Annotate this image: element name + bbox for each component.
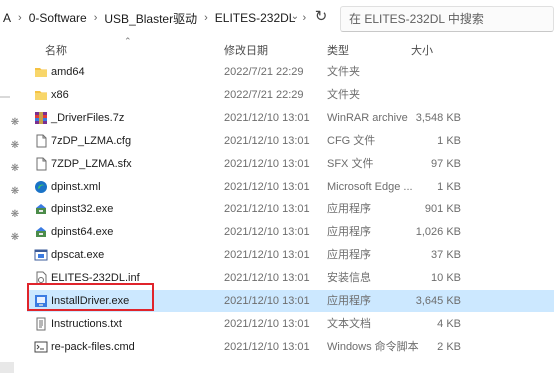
- file-size: 97 KB: [431, 157, 461, 170]
- file-type: 文件夹: [327, 66, 360, 78]
- column-header-size[interactable]: 大小: [411, 42, 433, 58]
- pin-icon[interactable]: ❋: [10, 140, 20, 152]
- file-size: 901 KB: [424, 203, 461, 216]
- file-row[interactable]: dpinst64.exe 2021/12/10 13:01 应用程序 1,026 KB: [27, 221, 554, 243]
- file-date: 2021/12/10 13:01: [224, 340, 310, 353]
- file-date: 2021/12/10 13:01: [224, 317, 310, 330]
- file-icon: [34, 134, 48, 148]
- sort-ascending-icon: ⌃: [124, 36, 132, 46]
- pin-icon[interactable]: ❋: [10, 232, 20, 244]
- file-size: 4 KB: [437, 317, 461, 330]
- file-name: _DriverFiles.7z: [51, 111, 125, 124]
- breadcrumb-item-root[interactable]: A: [0, 11, 14, 25]
- file-size: 3,645 KB: [415, 295, 461, 307]
- file-name: dpinst64.exe: [51, 226, 114, 239]
- file-list: ⌃ 名称 修改日期 类型 大小 amd64 2022/7/21 22:29 文件夹 x…: [27, 36, 554, 373]
- installer-icon: [34, 202, 48, 216]
- file-date: 2021/12/10 13:01: [224, 226, 310, 239]
- app-icon: [34, 248, 48, 262]
- file-type: SFX 文件: [327, 157, 374, 170]
- file-row[interactable]: dpscat.exe 2021/12/10 13:01 应用程序 37 KB: [27, 244, 554, 266]
- file-size: 2 KB: [437, 340, 461, 353]
- file-name: x86: [51, 88, 69, 101]
- file-date: 2021/12/10 13:01: [224, 203, 310, 216]
- installer-icon: [34, 225, 48, 239]
- navigation-pane-item[interactable]: [0, 362, 14, 373]
- refresh-icon[interactable]: ↻: [311, 7, 331, 27]
- file-row[interactable]: _DriverFiles.7z 2021/12/10 13:01 WinRAR ar…: [27, 107, 554, 129]
- breadcrumb-separator-icon[interactable]: ›: [90, 12, 102, 24]
- address-history-chevron-down-icon[interactable]: ⌄: [288, 10, 302, 24]
- breadcrumb-separator-icon[interactable]: ›: [14, 12, 26, 24]
- file-type: 文本文档: [327, 317, 371, 330]
- file-date: 2021/12/10 13:01: [224, 180, 310, 193]
- file-name: dpinst.xml: [51, 180, 101, 193]
- file-name: 7ZDP_LZMA.sfx: [51, 157, 132, 170]
- file-type: 应用程序: [327, 249, 371, 262]
- file-type: 安装信息: [327, 272, 371, 285]
- pin-icon[interactable]: ❋: [10, 209, 20, 221]
- edge-icon: [34, 180, 48, 194]
- column-header-type[interactable]: 类型: [327, 42, 349, 58]
- file-date: 2021/12/10 13:01: [224, 249, 310, 262]
- address-bar: A › 0-Software › USB_Blaster驱动 › ELITES-…: [0, 0, 554, 36]
- file-type: 应用程序: [327, 226, 371, 239]
- file-date: 2021/12/10 13:01: [224, 111, 310, 124]
- file-size: 3,548 KB: [415, 111, 461, 124]
- file-row[interactable]: dpinst.xml 2021/12/10 13:01 Microsoft Edge…: [27, 176, 554, 198]
- file-date: 2021/12/10 13:01: [224, 157, 310, 170]
- file-type: 应用程序: [327, 295, 371, 307]
- column-header-date[interactable]: 修改日期: [224, 42, 268, 58]
- file-row[interactable]: re-pack-files.cmd 2021/12/10 13:01 Windows…: [27, 336, 554, 358]
- file-size: 1 KB: [437, 134, 461, 147]
- column-header-row: ⌃ 名称 修改日期 类型 大小: [27, 36, 554, 60]
- file-date: 2022/7/21 22:29: [224, 66, 304, 78]
- file-name: re-pack-files.cmd: [51, 340, 135, 353]
- file-row[interactable]: dpinst32.exe 2021/12/10 13:01 应用程序 901 KB: [27, 198, 554, 220]
- file-icon: [34, 157, 48, 171]
- file-size: 37 KB: [431, 249, 461, 262]
- file-row[interactable]: amd64 2022/7/21 22:29 文件夹: [27, 61, 554, 83]
- file-name: dpinst32.exe: [51, 203, 114, 216]
- file-type: 应用程序: [327, 203, 371, 216]
- folder-icon: [34, 65, 48, 79]
- file-type: 文件夹: [327, 88, 360, 101]
- file-type: CFG 文件: [327, 134, 376, 147]
- file-date: 2021/12/10 13:01: [224, 134, 310, 147]
- file-name: amd64: [51, 66, 85, 78]
- column-header-name[interactable]: 名称: [45, 42, 67, 58]
- pin-icon[interactable]: ❋: [10, 163, 20, 175]
- folder-icon: [34, 88, 48, 102]
- file-size: 1,026 KB: [415, 226, 461, 239]
- pin-icon[interactable]: ❋: [10, 186, 20, 198]
- navigation-pane-divider: [0, 96, 10, 98]
- file-row[interactable]: 7ZDP_LZMA.sfx 2021/12/10 13:01 SFX 文件 97 KB: [27, 153, 554, 175]
- navigation-pane: [0, 36, 27, 373]
- pin-icon[interactable]: ❋: [10, 117, 20, 129]
- file-date: 2021/12/10 13:01: [224, 295, 310, 307]
- breadcrumb-item-elites[interactable]: ELITES-232DL: [212, 11, 299, 25]
- file-row[interactable]: Instructions.txt 2021/12/10 13:01 文本文档 4 KB: [27, 313, 554, 335]
- breadcrumb-item-usb-blaster[interactable]: USB_Blaster驱动: [101, 10, 200, 27]
- file-row[interactable]: x86 2022/7/21 22:29 文件夹: [27, 84, 554, 106]
- file-name: Instructions.txt: [51, 317, 122, 330]
- file-size: [397, 61, 461, 83]
- breadcrumb-item-software[interactable]: 0-Software: [26, 11, 90, 25]
- file-name: 7zDP_LZMA.cfg: [51, 134, 132, 147]
- file-size: 10 KB: [431, 272, 461, 285]
- file-type: WinRAR archive: [327, 111, 408, 124]
- file-size: 1 KB: [437, 180, 461, 193]
- text-file-icon: [34, 317, 48, 331]
- file-date: 2022/7/21 22:29: [224, 88, 304, 101]
- cmd-script-icon: [34, 340, 48, 354]
- file-row[interactable]: 7zDP_LZMA.cfg 2021/12/10 13:01 CFG 文件 1 KB: [27, 130, 554, 152]
- file-size: [397, 84, 461, 106]
- breadcrumb-separator-icon[interactable]: ›: [200, 12, 212, 24]
- breadcrumb: A › 0-Software › USB_Blaster驱动 › ELITES-…: [0, 8, 310, 28]
- winrar-archive-icon: [34, 111, 48, 125]
- file-name: dpscat.exe: [51, 249, 105, 262]
- file-date: 2021/12/10 13:01: [224, 272, 310, 285]
- search-input[interactable]: 在 ELITES-232DL 中搜索: [340, 6, 554, 32]
- highlight-box: [27, 283, 154, 311]
